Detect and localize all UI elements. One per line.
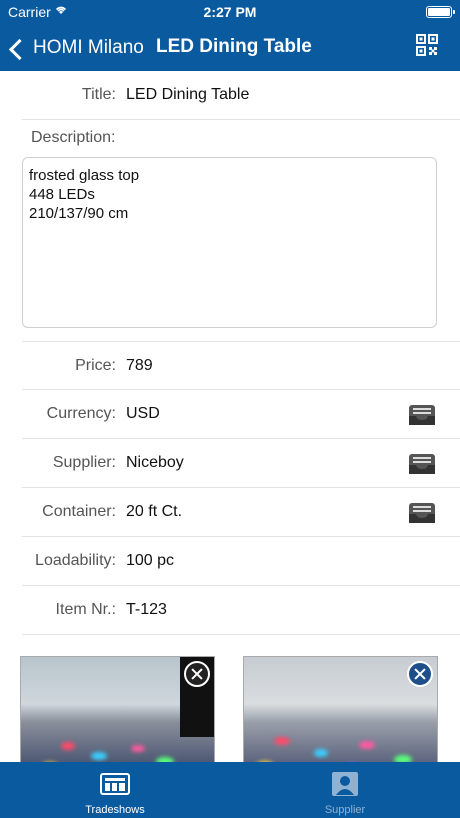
navigation-bar: HOMI Milano LED Dining Table bbox=[0, 24, 460, 71]
chevron-left-icon bbox=[8, 38, 31, 60]
supplier-label: Supplier: bbox=[52, 454, 116, 471]
price-label: Price: bbox=[75, 357, 116, 374]
loadability-row[interactable]: Loadability: 100 pc bbox=[22, 537, 460, 586]
price-value[interactable]: 789 bbox=[126, 357, 153, 375]
item-number-label: Item Nr.: bbox=[55, 601, 116, 618]
currency-value[interactable]: USD bbox=[126, 405, 160, 423]
loadability-label: Loadability: bbox=[35, 552, 116, 569]
item-number-row[interactable]: Item Nr.: T-123 bbox=[22, 586, 460, 635]
inbox-tray-icon[interactable] bbox=[408, 502, 436, 524]
page-title: LED Dining Table bbox=[156, 36, 312, 57]
description-line: frosted glass top bbox=[29, 167, 140, 184]
status-bar: Carrier 2:27 PM bbox=[0, 0, 460, 24]
tab-supplier[interactable]: Supplier bbox=[230, 762, 460, 818]
currency-row[interactable]: Currency: USD bbox=[22, 390, 460, 439]
back-label: HOMI Milano bbox=[33, 37, 144, 58]
supplier-icon bbox=[332, 772, 358, 796]
description-field[interactable]: frosted glass top 448 LEDs 210/137/90 cm bbox=[22, 157, 437, 328]
description-line: 448 LEDs bbox=[29, 186, 95, 203]
title-value[interactable]: LED Dining Table bbox=[126, 86, 249, 104]
price-row[interactable]: Price: 789 bbox=[22, 341, 460, 390]
detail-form: Title: LED Dining Table Description: fro… bbox=[0, 71, 460, 762]
supplier-value[interactable]: Niceboy bbox=[126, 454, 184, 472]
container-value[interactable]: 20 ft Ct. bbox=[126, 503, 182, 521]
qr-code-icon[interactable] bbox=[416, 34, 438, 56]
description-line: 210/137/90 cm bbox=[29, 205, 129, 222]
loadability-value[interactable]: 100 pc bbox=[126, 552, 174, 570]
tradeshows-icon bbox=[100, 773, 130, 795]
battery-icon bbox=[426, 6, 455, 18]
clock: 2:27 PM bbox=[203, 4, 257, 20]
remove-photo-button[interactable] bbox=[407, 661, 433, 687]
back-button[interactable]: HOMI Milano bbox=[8, 34, 144, 62]
item-number-value[interactable]: T-123 bbox=[126, 601, 167, 619]
description-label: Description: bbox=[31, 129, 116, 146]
title-label: Title: bbox=[81, 86, 116, 103]
product-photo[interactable] bbox=[20, 656, 215, 762]
tab-label: Supplier bbox=[324, 804, 366, 816]
tab-label: Tradeshows bbox=[85, 804, 145, 816]
tab-tradeshows[interactable]: Tradeshows bbox=[0, 762, 230, 818]
supplier-row[interactable]: Supplier: Niceboy bbox=[22, 439, 460, 488]
container-label: Container: bbox=[42, 503, 116, 520]
tab-bar: Tradeshows Supplier bbox=[0, 762, 460, 818]
inbox-tray-icon[interactable] bbox=[408, 453, 436, 475]
container-row[interactable]: Container: 20 ft Ct. bbox=[22, 488, 460, 537]
product-photo[interactable] bbox=[243, 656, 438, 762]
title-row[interactable]: Title: LED Dining Table bbox=[22, 71, 460, 120]
currency-label: Currency: bbox=[46, 405, 116, 422]
inbox-tray-icon[interactable] bbox=[408, 404, 436, 426]
remove-photo-button[interactable] bbox=[184, 661, 210, 687]
